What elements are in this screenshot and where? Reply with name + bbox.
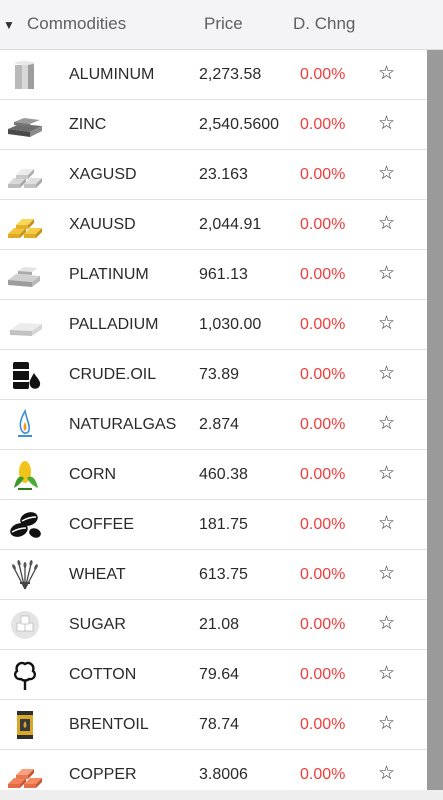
aluminum-icon — [15, 61, 34, 89]
commodity-price: 961.13 — [199, 266, 248, 283]
wheat-icon — [12, 560, 38, 590]
zinc-bars-icon — [8, 118, 42, 137]
commodity-name: SUGAR — [69, 616, 126, 633]
star-icon[interactable]: ☆ — [378, 514, 395, 533]
list-item[interactable]: PALLADIUM 1,030.00 0.00% ☆ — [0, 300, 427, 350]
star-icon[interactable]: ☆ — [378, 664, 395, 683]
commodity-price: 181.75 — [199, 516, 248, 533]
commodity-change: 0.00% — [300, 566, 346, 583]
commodity-price: 23.163 — [199, 166, 248, 183]
commodity-change: 0.00% — [300, 666, 346, 683]
star-icon[interactable]: ☆ — [378, 314, 395, 333]
star-icon[interactable]: ☆ — [378, 64, 395, 83]
gold-bars-icon — [8, 219, 42, 238]
commodity-name: CRUDE.OIL — [69, 366, 157, 383]
star-icon[interactable]: ☆ — [378, 714, 395, 733]
list-item[interactable]: XAUUSD 2,044.91 0.00% ☆ — [0, 200, 427, 250]
commodity-name: CORN — [69, 466, 117, 483]
commodity-change: 0.00% — [300, 616, 346, 633]
star-icon[interactable]: ☆ — [378, 764, 395, 783]
commodity-price: 73.89 — [199, 366, 240, 383]
commodity-change: 0.00% — [300, 366, 346, 383]
star-icon[interactable]: ☆ — [378, 214, 395, 233]
commodity-name: COFFEE — [69, 516, 134, 533]
commodity-price: 1,030.00 — [199, 316, 262, 333]
star-icon[interactable]: ☆ — [378, 464, 395, 483]
commodity-change: 0.00% — [300, 716, 346, 733]
commodity-price: 460.38 — [199, 466, 248, 483]
commodity-price: 21.08 — [199, 616, 240, 633]
list-item[interactable]: BRENTOIL 78.74 0.00% ☆ — [0, 700, 427, 750]
commodity-price: 2.874 — [199, 416, 240, 433]
commodity-name: WHEAT — [69, 566, 126, 583]
commodities-list: ALUMINUM 2,273.58 0.00% ☆ ZINC 2,540.560… — [0, 50, 427, 800]
star-icon[interactable]: ☆ — [378, 164, 395, 183]
list-item[interactable]: CORN 460.38 0.00% ☆ — [0, 450, 427, 500]
commodity-change: 0.00% — [300, 266, 346, 283]
column-header-daily-change[interactable]: D. Chng — [293, 14, 355, 34]
commodity-name: XAGUSD — [69, 166, 137, 183]
commodity-price: 2,044.91 — [199, 216, 262, 233]
commodity-price: 79.64 — [199, 666, 240, 683]
column-header-commodities[interactable]: Commodities — [27, 14, 126, 34]
star-icon[interactable]: ☆ — [378, 564, 395, 583]
corn-icon — [14, 461, 38, 490]
commodity-price: 2,273.58 — [199, 66, 262, 83]
column-header-price[interactable]: Price — [204, 14, 243, 34]
star-icon[interactable]: ☆ — [378, 614, 395, 633]
oil-barrel-icon — [13, 362, 41, 389]
commodity-price: 78.74 — [199, 716, 240, 733]
list-item[interactable]: CRUDE.OIL 73.89 0.00% ☆ — [0, 350, 427, 400]
list-item[interactable]: SUGAR 21.08 0.00% ☆ — [0, 600, 427, 650]
commodity-name: XAUUSD — [69, 216, 136, 233]
star-icon[interactable]: ☆ — [378, 264, 395, 283]
commodity-change: 0.00% — [300, 316, 346, 333]
commodity-name: PLATINUM — [69, 266, 149, 283]
commodity-change: 0.00% — [300, 766, 346, 783]
commodity-name: COPPER — [69, 766, 137, 783]
commodity-name: ALUMINUM — [69, 66, 155, 83]
commodity-change: 0.00% — [300, 216, 346, 233]
copper-bars-icon — [8, 769, 42, 788]
coffee-beans-icon — [10, 512, 41, 538]
scrollbar[interactable] — [427, 50, 443, 795]
palladium-bar-icon — [10, 323, 42, 336]
commodity-name: ZINC — [69, 116, 107, 133]
commodity-name: COTTON — [69, 666, 137, 683]
oil-can-icon — [17, 711, 33, 739]
commodity-name: NATURALGAS — [69, 416, 177, 433]
commodity-price: 3.8006 — [199, 766, 248, 783]
commodity-name: BRENTOIL — [69, 716, 149, 733]
sugar-cubes-icon — [11, 611, 39, 639]
commodity-name: PALLADIUM — [69, 316, 159, 333]
list-header: ▼ Commodities Price D. Chng — [0, 0, 443, 50]
silver-bars-icon — [8, 169, 42, 188]
list-item[interactable]: COTTON 79.64 0.00% ☆ — [0, 650, 427, 700]
commodity-change: 0.00% — [300, 166, 346, 183]
commodity-price: 613.75 — [199, 566, 248, 583]
commodity-change: 0.00% — [300, 466, 346, 483]
star-icon[interactable]: ☆ — [378, 364, 395, 383]
list-item[interactable]: COFFEE 181.75 0.00% ☆ — [0, 500, 427, 550]
list-item[interactable]: ZINC 2,540.5600 0.00% ☆ — [0, 100, 427, 150]
star-icon[interactable]: ☆ — [378, 114, 395, 133]
commodity-change: 0.00% — [300, 416, 346, 433]
star-icon[interactable]: ☆ — [378, 414, 395, 433]
commodity-price: 2,540.5600 — [199, 116, 280, 133]
cotton-icon — [13, 661, 37, 690]
list-item[interactable]: WHEAT 613.75 0.00% ☆ — [0, 550, 427, 600]
commodity-change: 0.00% — [300, 66, 346, 83]
list-item[interactable]: XAGUSD 23.163 0.00% ☆ — [0, 150, 427, 200]
triangle-down-icon[interactable]: ▼ — [3, 18, 15, 32]
list-item[interactable]: ALUMINUM 2,273.58 0.00% ☆ — [0, 50, 427, 100]
commodity-change: 0.00% — [300, 116, 346, 133]
commodity-change: 0.00% — [300, 516, 346, 533]
list-item[interactable]: NATURALGAS 2.874 0.00% ☆ — [0, 400, 427, 450]
bottom-strip — [0, 790, 443, 800]
list-item[interactable]: PLATINUM 961.13 0.00% ☆ — [0, 250, 427, 300]
platinum-bars-icon — [8, 267, 40, 287]
gas-flame-icon — [18, 408, 32, 437]
